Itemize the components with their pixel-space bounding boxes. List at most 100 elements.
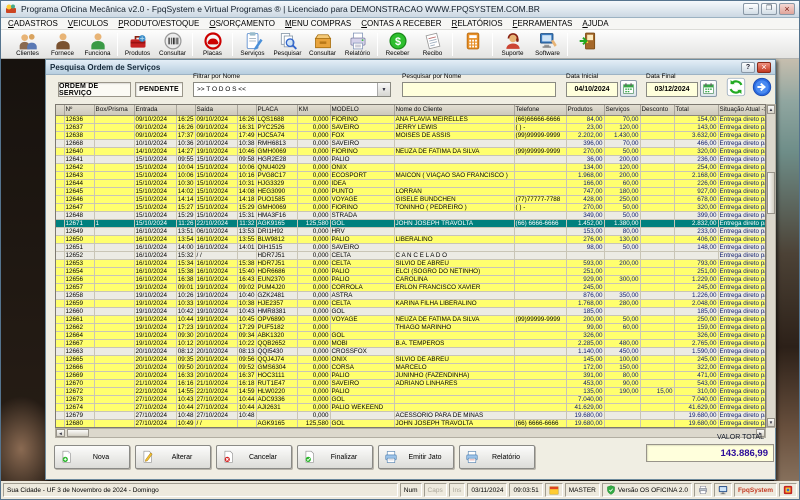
alterar-button[interactable]: Alterar xyxy=(135,445,211,469)
column-header-produtos[interactable]: Produtos xyxy=(566,105,604,116)
search-input[interactable] xyxy=(402,82,556,97)
table-row[interactable]: 1266520/10/202409:3520/10/202409:56QQJ4J… xyxy=(56,356,765,364)
column-header-telefone[interactable]: Telefone xyxy=(514,105,566,116)
relat-rio-button[interactable]: Relatório xyxy=(459,445,535,469)
toolbar-button-consultar[interactable]: Consultar xyxy=(155,31,190,57)
table-row[interactable]: 1266219/10/202417:2319/10/202417:29PUF51… xyxy=(56,324,765,332)
help-button[interactable] xyxy=(741,62,755,73)
column-header-entrada-hora[interactable] xyxy=(176,105,195,116)
table-row[interactable]: 1267021/10/202416:1621/10/202416:18RUT1E… xyxy=(56,380,765,388)
toolbar-button-recibo[interactable]: Recibo xyxy=(415,31,450,57)
table-row[interactable]: 1267427/10/202410:4427/10/202410:44AJI26… xyxy=(56,404,765,412)
toolbar-button-placas[interactable]: Placas xyxy=(195,31,230,57)
column-header-modelo[interactable]: MODELO xyxy=(330,105,394,116)
table-row[interactable]: 1266019/10/202410:4219/10/202410:43HMR83… xyxy=(56,308,765,316)
nova-button[interactable]: Nova xyxy=(54,445,130,469)
chevron-down-icon[interactable] xyxy=(377,83,390,96)
toolbar-button-funciona[interactable]: Funciona xyxy=(80,31,115,57)
menu-item-veiculos[interactable]: VEICULOS xyxy=(68,19,108,28)
table-row[interactable]: 1266719/10/202410:1220/10/202410:22QQB26… xyxy=(56,340,765,348)
table-row[interactable]: 1266320/10/202408:1220/10/202408:13QQI54… xyxy=(56,348,765,356)
toolbar-button-pesquisar[interactable]: Pesquisar xyxy=(270,31,305,57)
table-row[interactable]: 1264215/10/202410:0415/10/202410:06QNU40… xyxy=(56,164,765,172)
vertical-scrollbar[interactable] xyxy=(766,104,776,428)
restore-button[interactable] xyxy=(761,3,777,15)
column-header-placa[interactable]: PLACA xyxy=(256,105,297,116)
table-row[interactable]: 12671115/10/202411:2622/10/202411:32AGK9… xyxy=(56,220,765,228)
menu-item-menu-compras[interactable]: MENU COMPRAS xyxy=(285,19,351,28)
table-row[interactable]: 1264815/10/202415:2915/10/202415:31HMA3F… xyxy=(56,212,765,220)
column-header-situacao[interactable]: Situação Atual -> xyxy=(718,105,765,116)
go-button[interactable] xyxy=(752,77,772,97)
table-row[interactable]: 1264315/10/202410:0615/10/202410:16PVG8C… xyxy=(56,172,765,180)
table-row[interactable]: 1267327/10/202410:4327/10/202410:44ADC93… xyxy=(56,396,765,404)
table-row[interactable]: 1265416/10/202415:3816/10/202415:40HDR66… xyxy=(56,268,765,276)
table-row[interactable]: 1264415/10/202410:3015/10/202410:31HJG33… xyxy=(56,180,765,188)
toolbar-button-consultar[interactable]: Consultar xyxy=(305,31,340,57)
scroll-down-icon[interactable] xyxy=(767,418,775,427)
table-row[interactable]: 1265316/10/202415:3416/10/202415:38HDR7J… xyxy=(56,260,765,268)
calendar-icon[interactable] xyxy=(620,80,637,97)
toolbar-button-servi-os[interactable]: Serviços xyxy=(235,31,270,57)
menu-item-ferramentas[interactable]: FERRAMENTAS xyxy=(513,19,573,28)
column-header-desconto[interactable]: Desconto xyxy=(640,105,674,116)
emitir-jato-button[interactable]: Emitir Jato xyxy=(378,445,454,469)
table-row[interactable]: 1266810/10/202410:3620/10/202410:38RMH68… xyxy=(56,140,765,148)
menu-item-cadastros[interactable]: CADASTROS xyxy=(8,19,58,28)
toolbar-button-software[interactable]: Software xyxy=(530,31,565,57)
menu-item-produto-estoque[interactable]: PRODUTO/ESTOQUE xyxy=(118,19,199,28)
toolbar-button-calculator-icon[interactable] xyxy=(455,31,490,50)
table-row[interactable]: 1268027/10/202410:49/ /AGK9165125,580GOL… xyxy=(56,420,765,428)
menu-item-os-or-amento[interactable]: OS/ORÇAMENTO xyxy=(209,19,275,28)
column-header-km[interactable]: KM xyxy=(297,105,330,116)
table-row[interactable]: 1266920/10/202416:3320/10/202416:37HOC31… xyxy=(56,372,765,380)
column-header-servicos[interactable]: Serviços xyxy=(604,105,640,116)
dialog-close-button[interactable] xyxy=(757,62,771,73)
table-row[interactable]: 1264615/10/202414:1415/10/202414:18PUO15… xyxy=(56,196,765,204)
menu-item-contas-a-receber[interactable]: CONTAS A RECEBER xyxy=(361,19,441,28)
toolbar-button-suporte[interactable]: Suporte xyxy=(495,31,530,57)
table-row[interactable]: 1264014/10/202414:2719/10/202410:46GMH00… xyxy=(56,148,765,156)
close-button[interactable] xyxy=(779,3,795,15)
cancelar-button[interactable]: Cancelar xyxy=(216,445,292,469)
table-row[interactable]: 1264715/10/202415:2715/10/202415:29GMH00… xyxy=(56,204,765,212)
table-row[interactable]: 1263709/10/202416:2609/10/202416:31PYC25… xyxy=(56,124,765,132)
scrollbar-thumb[interactable] xyxy=(67,429,89,437)
toolbar-button-fornece[interactable]: Fornece xyxy=(45,31,80,57)
refresh-button[interactable] xyxy=(726,77,746,97)
column-header-saida[interactable]: Saída xyxy=(195,105,237,116)
toolbar-button-clientes[interactable]: Clientes xyxy=(10,31,45,57)
toolbar-button-relat-rio[interactable]: Relatório xyxy=(340,31,375,57)
table-row[interactable]: 1263609/10/202416:2509/10/202416:26LQS16… xyxy=(56,116,765,124)
calendar-icon[interactable] xyxy=(700,80,717,97)
table-row[interactable]: 1266620/10/202409:5020/10/202409:52GMS63… xyxy=(56,364,765,372)
menu-item-ajuda[interactable]: AJUDA xyxy=(582,19,608,28)
table-row[interactable]: 1265919/10/202410:3319/10/202410:38HJE23… xyxy=(56,300,765,308)
table-row[interactable]: 1265016/10/202413:5416/10/202413:55BLW98… xyxy=(56,236,765,244)
column-header-entrada[interactable]: Entrada xyxy=(134,105,176,116)
table-row[interactable]: 1265216/10/202415:32/ /HDR7J510,000CELTA… xyxy=(56,252,765,260)
filter-dropdown[interactable]: >> T O D O S << xyxy=(193,82,391,97)
scroll-up-icon[interactable] xyxy=(767,105,775,114)
column-header-n[interactable]: Nº xyxy=(64,105,94,116)
table-row[interactable]: 1266419/10/202409:3020/10/202409:34ABK13… xyxy=(56,332,765,340)
table-row[interactable]: 1267927/10/202410:4827/10/202410:480,000… xyxy=(56,412,765,420)
column-header-saida-hora[interactable] xyxy=(237,105,256,116)
column-header-total[interactable]: Total xyxy=(674,105,718,116)
table-row[interactable]: 1264115/10/202409:5515/10/202409:58HGR2E… xyxy=(56,156,765,164)
column-header-cliente[interactable]: Nome do Cliente xyxy=(394,105,514,116)
table-row[interactable]: 1265116/10/202414:0016/10/202414:01DIH15… xyxy=(56,244,765,252)
scrollbar-thumb[interactable] xyxy=(767,172,775,214)
minimize-button[interactable] xyxy=(743,3,759,15)
table-row[interactable]: 1263809/10/202417:3709/10/202417:49HJC5A… xyxy=(56,132,765,140)
table-row[interactable]: 1266119/10/202410:4419/10/202410:45OPV68… xyxy=(56,316,765,324)
table-row[interactable]: 1265616/10/202416:3816/10/202416:43EUN23… xyxy=(56,276,765,284)
date-end-field[interactable]: 03/12/2024 xyxy=(646,82,698,97)
menu-item-relat-rios[interactable]: RELATÓRIOS xyxy=(452,19,503,28)
column-header-box-prisma[interactable]: Box/Prisma xyxy=(94,105,134,116)
table-row[interactable]: 1267222/10/202414:5522/10/202414:59HLW02… xyxy=(56,388,765,396)
table-row[interactable]: 1264916/10/202413:5106/10/202413:53DRI1H… xyxy=(56,228,765,236)
scroll-left-icon[interactable] xyxy=(56,429,65,437)
column-header-row-indicator[interactable] xyxy=(56,105,64,116)
table-row[interactable]: 1265819/10/202410:2619/10/202410:40GZK24… xyxy=(56,292,765,300)
